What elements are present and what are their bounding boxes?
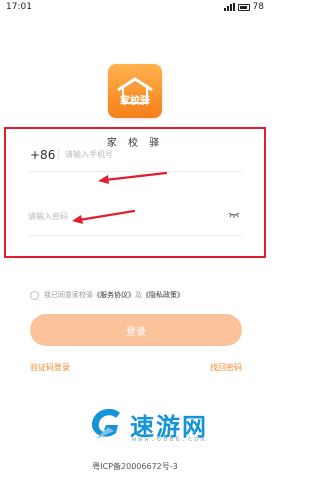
status-time: 17:01 xyxy=(6,2,32,12)
watermark: 速游网 www.6686.com xyxy=(88,405,258,445)
annotation-arrow-icon xyxy=(72,209,136,224)
forgot-password-link[interactable]: 找回密码 xyxy=(210,362,242,373)
sms-login-link[interactable]: 验证码登录 xyxy=(30,362,70,373)
agreement-row: 我已同意家校驿 《服务协议》 及 《隐私政策》 xyxy=(30,290,184,300)
status-bar: 17:01 78 xyxy=(0,0,270,16)
battery-level: 78 xyxy=(252,2,264,12)
icp-footer: 粤ICP备20006672号-3 xyxy=(92,462,178,471)
logo-text: 家校驿 xyxy=(120,96,150,107)
field-divider xyxy=(58,149,59,160)
phone-input[interactable] xyxy=(65,148,215,160)
country-code[interactable]: +86 xyxy=(30,148,55,162)
agreement-prefix: 我已同意家校驿 xyxy=(44,291,93,299)
status-indicators: 78 xyxy=(223,2,264,12)
login-button[interactable]: 登录 xyxy=(30,314,242,346)
service-agreement-link[interactable]: 《服务协议》 xyxy=(93,290,135,300)
watermark-logo-icon xyxy=(91,408,120,439)
agreement-and: 及 xyxy=(135,291,142,299)
app-logo: 家校驿 xyxy=(108,64,162,118)
privacy-policy-link[interactable]: 《隐私政策》 xyxy=(142,290,184,300)
phone-field: +86 xyxy=(28,134,242,172)
eye-closed-icon[interactable] xyxy=(228,211,240,219)
annotation-arrow-icon xyxy=(98,171,168,184)
agreement-radio[interactable] xyxy=(30,290,39,300)
watermark-url: www.6686.com xyxy=(132,435,207,443)
signal-icon xyxy=(223,3,235,11)
battery-icon xyxy=(237,3,250,11)
